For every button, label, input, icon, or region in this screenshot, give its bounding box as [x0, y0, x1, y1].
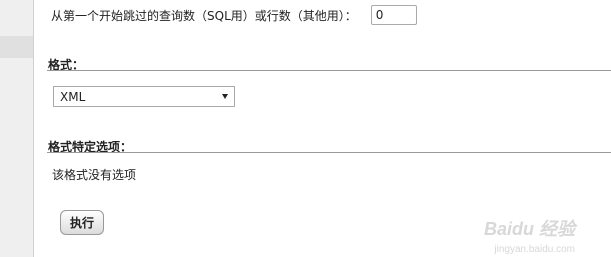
watermark-logo: Baidu 经验 [483, 219, 575, 239]
format-select[interactable]: XML [53, 86, 235, 107]
format-options-divider [47, 152, 611, 153]
no-options-message: 该格式没有选项 [52, 168, 137, 182]
export-options-panel: 从第一个开始跳过的查询数（SQL用）或行数（其他用）： 格式： XML 格式特定… [33, 0, 611, 257]
dropdown-arrow-icon [222, 94, 228, 99]
skip-rows-input[interactable] [370, 5, 417, 25]
format-select-value: XML [60, 89, 86, 104]
skip-rows-row: 从第一个开始跳过的查询数（SQL用）或行数（其他用）： [51, 4, 417, 26]
watermark-url: jingyan.baidu.com [494, 244, 575, 255]
left-sidebar [0, 0, 33, 257]
format-divider [47, 70, 611, 71]
skip-rows-label: 从第一个开始跳过的查询数（SQL用）或行数（其他用）： [51, 8, 357, 23]
sidebar-highlight [0, 36, 33, 58]
execute-button[interactable]: 执行 [60, 210, 104, 235]
